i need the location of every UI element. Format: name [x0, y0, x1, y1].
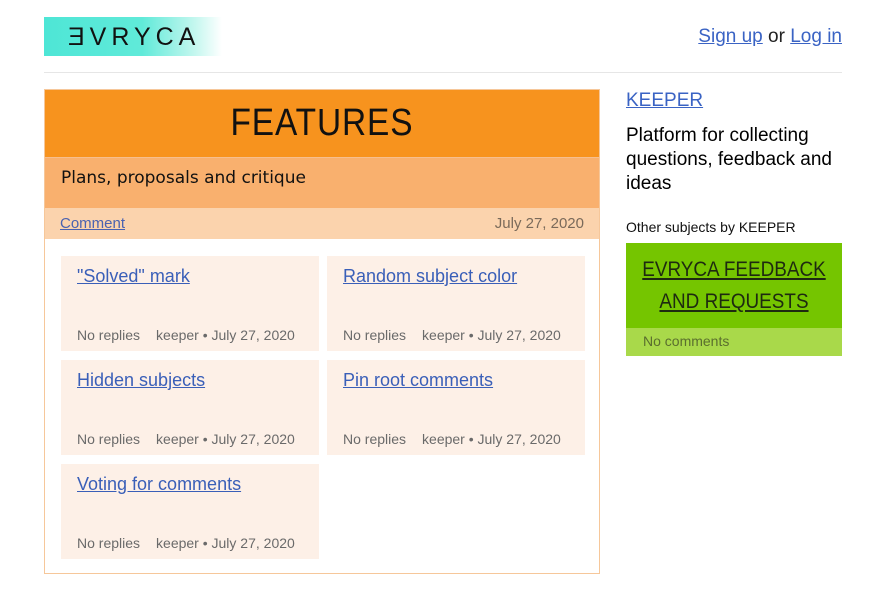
- comment-meta: No replies keeper • July 27, 2020: [77, 327, 295, 343]
- other-subject-title[interactable]: EVRYCA FEEDBACK AND REQUESTS: [637, 254, 831, 318]
- comment-title[interactable]: Random subject color: [343, 266, 517, 287]
- comment-card[interactable]: Voting for comments No replies keeper • J…: [61, 464, 319, 559]
- subject-meta: Comment July 27, 2020: [45, 208, 599, 239]
- subject-header: FEATURES: [45, 90, 599, 157]
- comment-meta: No replies keeper • July 27, 2020: [77, 535, 295, 551]
- comment-byline: keeper • July 27, 2020: [156, 431, 295, 447]
- subject-title: FEATURES: [230, 102, 414, 144]
- auth-links: Sign up or Log in: [698, 26, 842, 48]
- comment-replies: No replies: [343, 431, 407, 447]
- comment-link[interactable]: Comment: [60, 215, 125, 232]
- logo-text: ƎVRYCA: [68, 23, 201, 51]
- comment-replies: No replies: [77, 535, 141, 551]
- comment-replies: No replies: [77, 327, 141, 343]
- owner-link[interactable]: KEEPER: [626, 90, 842, 112]
- other-subject-comments: No comments: [626, 328, 842, 356]
- logo[interactable]: ƎVRYCA: [44, 17, 222, 56]
- comment-replies: No replies: [343, 327, 407, 343]
- subject-card: FEATURES Plans, proposals and critique C…: [44, 89, 600, 574]
- comment-title[interactable]: "Solved" mark: [77, 266, 190, 287]
- sidebar: KEEPER Platform for collecting questions…: [626, 89, 842, 356]
- comment-byline: keeper • July 27, 2020: [156, 535, 295, 551]
- comment-title[interactable]: Voting for comments: [77, 474, 241, 495]
- comment-title[interactable]: Pin root comments: [343, 370, 493, 391]
- other-subject-header: EVRYCA FEEDBACK AND REQUESTS: [626, 243, 842, 328]
- or-text: or: [768, 26, 785, 47]
- owner-description: Platform for collecting questions, feedb…: [626, 125, 832, 194]
- comment-byline: keeper • July 27, 2020: [422, 327, 561, 343]
- other-subject-card[interactable]: EVRYCA FEEDBACK AND REQUESTS No comments: [626, 243, 842, 356]
- comment-meta: No replies keeper • July 27, 2020: [343, 327, 561, 343]
- signup-link[interactable]: Sign up: [698, 26, 762, 47]
- subject-description: Plans, proposals and critique: [45, 157, 599, 208]
- header-divider: [44, 72, 842, 73]
- comment-replies: No replies: [77, 431, 141, 447]
- comment-byline: keeper • July 27, 2020: [156, 327, 295, 343]
- comment-byline: keeper • July 27, 2020: [422, 431, 561, 447]
- login-link[interactable]: Log in: [790, 26, 842, 47]
- comment-title[interactable]: Hidden subjects: [77, 370, 205, 391]
- other-subjects-label: Other subjects by KEEPER: [626, 219, 796, 235]
- subject-date: July 27, 2020: [494, 215, 584, 232]
- comment-card[interactable]: Random subject color No replies keeper • …: [327, 256, 585, 351]
- comment-card[interactable]: Pin root comments No replies keeper • Jul…: [327, 360, 585, 455]
- comment-card[interactable]: Hidden subjects No replies keeper • July …: [61, 360, 319, 455]
- comment-meta: No replies keeper • July 27, 2020: [343, 431, 561, 447]
- comment-card[interactable]: "Solved" mark No replies keeper • July 27…: [61, 256, 319, 351]
- comment-meta: No replies keeper • July 27, 2020: [77, 431, 295, 447]
